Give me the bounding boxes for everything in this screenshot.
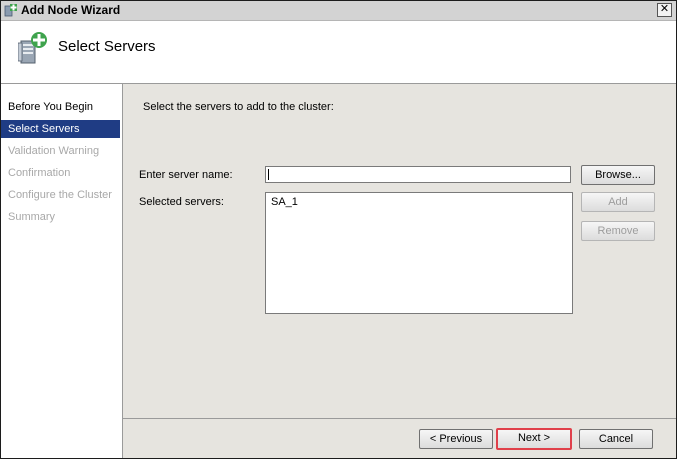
remove-button[interactable]: Remove [581,221,655,241]
title-bar[interactable]: Add Node Wizard ✕ [1,1,676,21]
add-node-wizard-window: Add Node Wizard ✕ Select Servers Before … [0,0,677,459]
previous-button[interactable]: < Previous [419,429,493,449]
instruction-text: Select the servers to add to the cluster… [143,101,334,113]
add-button[interactable]: Add [581,192,655,212]
window-title: Add Node Wizard [21,3,121,17]
step-before-you-begin[interactable]: Before You Begin [1,98,120,116]
server-name-input[interactable] [265,166,571,183]
server-add-icon [18,32,47,64]
step-select-servers[interactable]: Select Servers [1,120,120,138]
step-configure-the-cluster: Configure the Cluster [8,189,112,201]
step-validation-warning: Validation Warning [8,145,100,157]
close-icon[interactable]: ✕ [657,3,672,17]
next-button[interactable]: Next > [496,428,572,450]
cancel-button[interactable]: Cancel [579,429,653,449]
wizard-steps-sidebar: Before You Begin Select Servers Validati… [1,84,123,458]
footer-divider [123,418,676,419]
page-title: Select Servers [58,38,156,55]
selected-servers-label: Selected servers: [139,196,224,208]
server-name-label: Enter server name: [139,169,233,181]
browse-button[interactable]: Browse... [581,165,655,185]
step-summary: Summary [8,211,56,223]
selected-servers-list[interactable]: SA_1 [265,192,573,314]
wizard-header: Select Servers [1,21,676,84]
step-confirmation: Confirmation [8,167,71,179]
text-caret [268,169,269,180]
wizard-content: Select the servers to add to the cluster… [123,84,676,458]
cluster-app-icon [4,4,17,17]
list-item[interactable]: SA_1 [271,196,298,208]
